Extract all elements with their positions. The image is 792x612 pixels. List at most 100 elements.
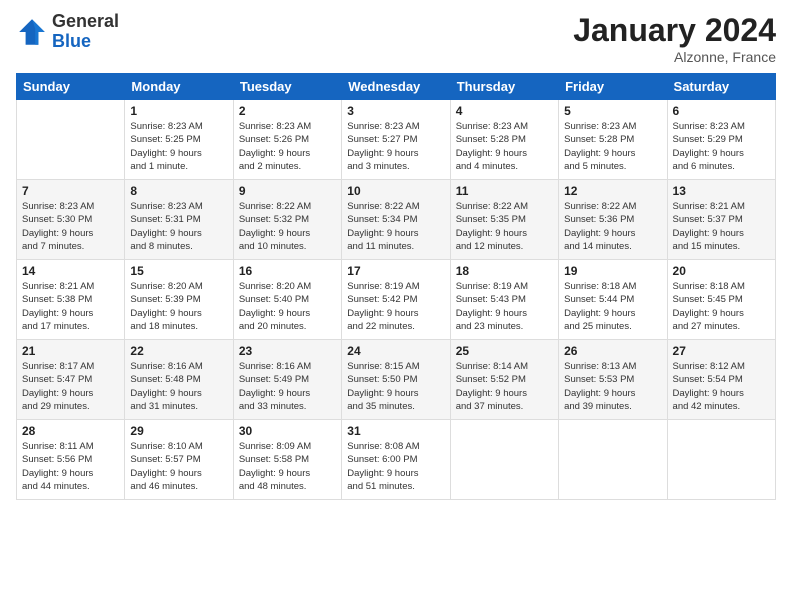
table-row: 16 Sunrise: 8:20 AM Sunset: 5:40 PM Dayli… — [233, 260, 341, 340]
logo-icon — [16, 16, 48, 48]
table-row: 19 Sunrise: 8:18 AM Sunset: 5:44 PM Dayli… — [559, 260, 667, 340]
day-info: Sunrise: 8:23 AM Sunset: 5:26 PM Dayligh… — [239, 120, 336, 173]
table-row: 27Sunrise: 8:12 AM Sunset: 5:54 PM Dayli… — [667, 340, 775, 420]
table-row: 15 Sunrise: 8:20 AM Sunset: 5:39 PM Dayli… — [125, 260, 233, 340]
day-info: Sunrise: 8:19 AM Sunset: 5:42 PM Dayligh… — [347, 280, 444, 333]
day-info: Sunrise: 8:13 AM Sunset: 5:53 PM Dayligh… — [564, 360, 661, 413]
day-number: 21 — [22, 344, 119, 358]
title-block: January 2024 Alzonne, France — [573, 12, 776, 65]
day-number: 6 — [673, 104, 770, 118]
logo-text: General Blue — [52, 12, 119, 52]
day-info: Sunrise: 8:10 AM Sunset: 5:57 PM Dayligh… — [130, 440, 227, 493]
table-row: 25 Sunrise: 8:14 AM Sunset: 5:52 PM Dayli… — [450, 340, 558, 420]
day-number: 31 — [347, 424, 444, 438]
table-row — [559, 420, 667, 500]
day-info: Sunrise: 8:20 AM Sunset: 5:40 PM Dayligh… — [239, 280, 336, 333]
day-info: Sunrise: 8:23 AM Sunset: 5:27 PM Dayligh… — [347, 120, 444, 173]
logo-blue-text: Blue — [52, 32, 119, 52]
table-row: 21 Sunrise: 8:17 AM Sunset: 5:47 PM Dayli… — [17, 340, 125, 420]
day-number: 13 — [673, 184, 770, 198]
day-info: Sunrise: 8:18 AM Sunset: 5:44 PM Dayligh… — [564, 280, 661, 333]
day-info: Sunrise: 8:23 AM Sunset: 5:31 PM Dayligh… — [130, 200, 227, 253]
day-number: 7 — [22, 184, 119, 198]
day-info: Sunrise: 8:11 AM Sunset: 5:56 PM Dayligh… — [22, 440, 119, 493]
day-number: 8 — [130, 184, 227, 198]
col-sunday: Sunday — [17, 74, 125, 100]
calendar-week-row: 21 Sunrise: 8:17 AM Sunset: 5:47 PM Dayli… — [17, 340, 776, 420]
calendar-header-row: Sunday Monday Tuesday Wednesday Thursday… — [17, 74, 776, 100]
col-friday: Friday — [559, 74, 667, 100]
calendar-week-row: 28 Sunrise: 8:11 AM Sunset: 5:56 PM Dayli… — [17, 420, 776, 500]
day-number: 5 — [564, 104, 661, 118]
day-info: Sunrise: 8:22 AM Sunset: 5:36 PM Dayligh… — [564, 200, 661, 253]
day-number: 23 — [239, 344, 336, 358]
month-title: January 2024 — [573, 12, 776, 49]
day-info: Sunrise: 8:08 AM Sunset: 6:00 PM Dayligh… — [347, 440, 444, 493]
day-info: Sunrise: 8:16 AM Sunset: 5:49 PM Dayligh… — [239, 360, 336, 413]
day-number: 18 — [456, 264, 553, 278]
day-info: Sunrise: 8:18 AM Sunset: 5:45 PM Dayligh… — [673, 280, 770, 333]
table-row: 23 Sunrise: 8:16 AM Sunset: 5:49 PM Dayli… — [233, 340, 341, 420]
table-row: 3Sunrise: 8:23 AM Sunset: 5:27 PM Daylig… — [342, 100, 450, 180]
day-number: 28 — [22, 424, 119, 438]
day-number: 10 — [347, 184, 444, 198]
day-number: 25 — [456, 344, 553, 358]
table-row: 9 Sunrise: 8:22 AM Sunset: 5:32 PM Daylig… — [233, 180, 341, 260]
day-info: Sunrise: 8:23 AM Sunset: 5:29 PM Dayligh… — [673, 120, 770, 173]
logo: General Blue — [16, 12, 119, 52]
page: General Blue January 2024 Alzonne, Franc… — [0, 0, 792, 612]
day-number: 17 — [347, 264, 444, 278]
table-row: 14 Sunrise: 8:21 AM Sunset: 5:38 PM Dayli… — [17, 260, 125, 340]
table-row: 18 Sunrise: 8:19 AM Sunset: 5:43 PM Dayli… — [450, 260, 558, 340]
day-info: Sunrise: 8:12 AM Sunset: 5:54 PM Dayligh… — [673, 360, 770, 413]
table-row: 30 Sunrise: 8:09 AM Sunset: 5:58 PM Dayli… — [233, 420, 341, 500]
table-row: 8 Sunrise: 8:23 AM Sunset: 5:31 PM Daylig… — [125, 180, 233, 260]
col-thursday: Thursday — [450, 74, 558, 100]
day-info: Sunrise: 8:21 AM Sunset: 5:38 PM Dayligh… — [22, 280, 119, 333]
calendar-table: Sunday Monday Tuesday Wednesday Thursday… — [16, 73, 776, 500]
day-info: Sunrise: 8:21 AM Sunset: 5:37 PM Dayligh… — [673, 200, 770, 253]
day-info: Sunrise: 8:19 AM Sunset: 5:43 PM Dayligh… — [456, 280, 553, 333]
day-number: 2 — [239, 104, 336, 118]
table-row: 5 Sunrise: 8:23 AM Sunset: 5:28 PM Daylig… — [559, 100, 667, 180]
day-number: 19 — [564, 264, 661, 278]
table-row: 10 Sunrise: 8:22 AM Sunset: 5:34 PM Dayli… — [342, 180, 450, 260]
day-number: 12 — [564, 184, 661, 198]
day-number: 14 — [22, 264, 119, 278]
table-row — [667, 420, 775, 500]
day-number: 11 — [456, 184, 553, 198]
table-row — [450, 420, 558, 500]
day-info: Sunrise: 8:15 AM Sunset: 5:50 PM Dayligh… — [347, 360, 444, 413]
col-saturday: Saturday — [667, 74, 775, 100]
calendar-week-row: 1Sunrise: 8:23 AM Sunset: 5:25 PM Daylig… — [17, 100, 776, 180]
day-number: 20 — [673, 264, 770, 278]
day-info: Sunrise: 8:22 AM Sunset: 5:32 PM Dayligh… — [239, 200, 336, 253]
day-info: Sunrise: 8:23 AM Sunset: 5:28 PM Dayligh… — [456, 120, 553, 173]
day-info: Sunrise: 8:14 AM Sunset: 5:52 PM Dayligh… — [456, 360, 553, 413]
table-row: 31 Sunrise: 8:08 AM Sunset: 6:00 PM Dayli… — [342, 420, 450, 500]
day-info: Sunrise: 8:22 AM Sunset: 5:34 PM Dayligh… — [347, 200, 444, 253]
table-row: 12 Sunrise: 8:22 AM Sunset: 5:36 PM Dayli… — [559, 180, 667, 260]
day-info: Sunrise: 8:09 AM Sunset: 5:58 PM Dayligh… — [239, 440, 336, 493]
col-monday: Monday — [125, 74, 233, 100]
table-row: 20 Sunrise: 8:18 AM Sunset: 5:45 PM Dayli… — [667, 260, 775, 340]
day-number: 30 — [239, 424, 336, 438]
day-info: Sunrise: 8:20 AM Sunset: 5:39 PM Dayligh… — [130, 280, 227, 333]
day-number: 9 — [239, 184, 336, 198]
day-number: 24 — [347, 344, 444, 358]
day-number: 4 — [456, 104, 553, 118]
day-number: 15 — [130, 264, 227, 278]
day-info: Sunrise: 8:17 AM Sunset: 5:47 PM Dayligh… — [22, 360, 119, 413]
table-row: 22Sunrise: 8:16 AM Sunset: 5:48 PM Dayli… — [125, 340, 233, 420]
day-info: Sunrise: 8:23 AM Sunset: 5:25 PM Dayligh… — [130, 120, 227, 173]
table-row: 6 Sunrise: 8:23 AM Sunset: 5:29 PM Daylig… — [667, 100, 775, 180]
day-info: Sunrise: 8:23 AM Sunset: 5:28 PM Dayligh… — [564, 120, 661, 173]
table-row: 29Sunrise: 8:10 AM Sunset: 5:57 PM Dayli… — [125, 420, 233, 500]
table-row: 2 Sunrise: 8:23 AM Sunset: 5:26 PM Daylig… — [233, 100, 341, 180]
table-row: 28 Sunrise: 8:11 AM Sunset: 5:56 PM Dayli… — [17, 420, 125, 500]
header: General Blue January 2024 Alzonne, Franc… — [16, 12, 776, 65]
location: Alzonne, France — [573, 49, 776, 65]
table-row: 26Sunrise: 8:13 AM Sunset: 5:53 PM Dayli… — [559, 340, 667, 420]
calendar-week-row: 7Sunrise: 8:23 AM Sunset: 5:30 PM Daylig… — [17, 180, 776, 260]
day-number: 16 — [239, 264, 336, 278]
